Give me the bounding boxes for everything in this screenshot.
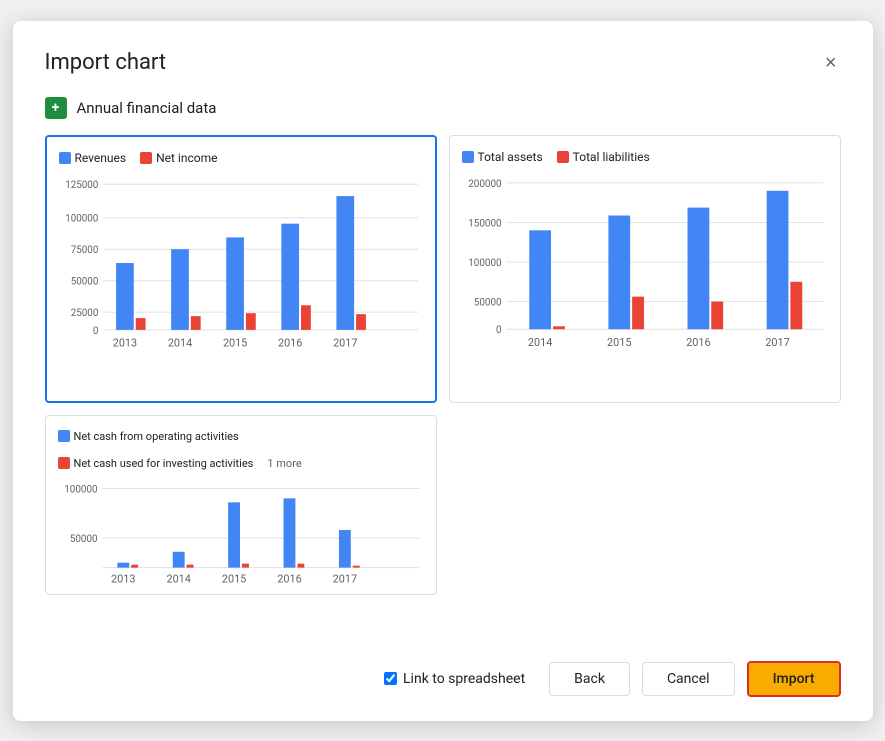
assets-dot [462,151,474,163]
charts-grid: Revenues Net income 125000 100000 75000 … [45,135,841,633]
chart2-area: 200000 150000 100000 50000 0 [462,172,828,352]
svg-text:150000: 150000 [468,218,501,229]
svg-text:2017: 2017 [332,572,356,585]
back-button[interactable]: Back [549,662,630,696]
svg-text:100000: 100000 [65,213,98,224]
svg-text:100000: 100000 [468,257,501,268]
investing-dot [58,457,70,469]
svg-text:2013: 2013 [112,336,136,349]
spreadsheet-icon: + [45,97,67,119]
revenues-label: Revenues [75,151,127,165]
legend-investing: Net cash used for investing activities [58,457,254,470]
svg-text:2014: 2014 [167,336,191,349]
chart1-area: 125000 100000 75000 50000 25000 0 [59,173,423,353]
chart-card-cashflow[interactable]: Net cash from operating activities Net c… [45,415,437,595]
link-checkbox-label: Link to spreadsheet [403,671,525,687]
investing-label: Net cash used for investing activities [74,457,254,470]
svg-text:2014: 2014 [527,336,551,349]
svg-text:100000: 100000 [64,484,97,495]
section-label: + Annual financial data [45,97,841,119]
net-income-label: Net income [156,151,217,165]
liabilities-dot [557,151,569,163]
svg-text:2017: 2017 [333,336,357,349]
legend-net-income: Net income [140,151,217,165]
svg-text:25000: 25000 [70,308,98,319]
svg-text:50000: 50000 [70,276,98,287]
more-label: 1 more [267,457,301,470]
assets-label: Total assets [478,150,543,164]
link-checkbox[interactable] [384,672,397,685]
svg-text:2015: 2015 [222,336,246,349]
svg-text:2014: 2014 [166,572,190,585]
net-income-dot [140,152,152,164]
svg-text:50000: 50000 [473,297,501,308]
operating-label: Net cash from operating activities [74,430,239,443]
dialog-footer: Link to spreadsheet Back Cancel Import [45,649,841,697]
svg-text:200000: 200000 [468,178,501,189]
liabilities-label: Total liabilities [573,150,650,164]
svg-text:2013: 2013 [111,572,135,585]
svg-text:125000: 125000 [65,180,98,191]
cancel-button[interactable]: Cancel [642,662,735,696]
legend-total-liabilities: Total liabilities [557,150,650,164]
operating-dot [58,430,70,442]
legend-revenues: Revenues [59,151,127,165]
svg-text:2016: 2016 [277,572,301,585]
svg-text:2016: 2016 [686,336,710,349]
svg-text:2015: 2015 [607,336,631,349]
revenues-dot [59,152,71,164]
legend-operating: Net cash from operating activities [58,430,239,443]
dialog-header: Import chart × [45,49,841,77]
chart-card-revenues[interactable]: Revenues Net income 125000 100000 75000 … [45,135,437,403]
svg-text:2016: 2016 [278,336,302,349]
chart3-legend: Net cash from operating activities Net c… [58,430,424,470]
legend-total-assets: Total assets [462,150,543,164]
svg-text:75000: 75000 [70,245,98,256]
import-chart-dialog: Import chart × + Annual financial data R… [13,21,873,721]
section-title: Annual financial data [77,99,217,117]
link-checkbox-area[interactable]: Link to spreadsheet [384,671,525,687]
import-button[interactable]: Import [747,661,841,697]
chart1-legend: Revenues Net income [59,151,423,165]
chart2-legend: Total assets Total liabilities [462,150,828,164]
svg-text:2015: 2015 [221,572,245,585]
svg-text:0: 0 [92,325,98,336]
close-button[interactable]: × [821,49,841,77]
dialog-title: Import chart [45,50,167,75]
svg-text:50000: 50000 [69,533,97,544]
svg-text:2017: 2017 [765,336,789,349]
chart3-area: 100000 50000 [58,478,424,588]
chart-card-assets[interactable]: Total assets Total liabilities 200000 15… [449,135,841,403]
svg-text:0: 0 [496,325,502,336]
